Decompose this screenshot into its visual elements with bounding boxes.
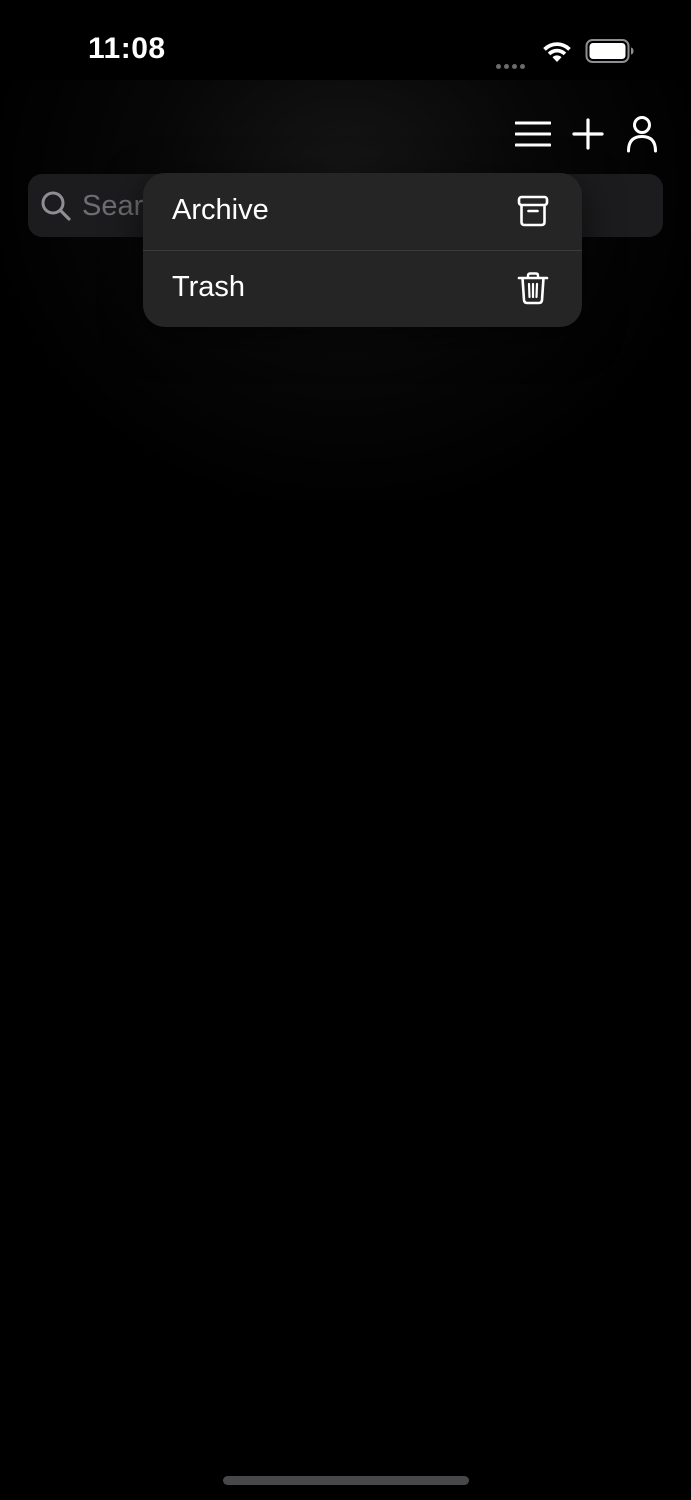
home-indicator[interactable] (223, 1476, 469, 1485)
battery-icon (585, 39, 634, 63)
menu-item-label: Archive (172, 194, 269, 226)
status-time: 11:08 (88, 32, 166, 65)
archive-box-icon (517, 195, 549, 227)
trash-icon (517, 272, 549, 305)
app-screen: 11:08 Search Archive Trash (0, 0, 691, 1500)
wifi-icon (543, 42, 571, 62)
signal-dots-icon (496, 56, 530, 69)
profile-button[interactable] (620, 112, 664, 156)
search-icon (41, 191, 71, 221)
add-button[interactable] (566, 112, 610, 156)
context-menu: Archive Trash (143, 173, 582, 327)
plus-icon (572, 118, 604, 150)
menu-item-label: Trash (172, 271, 246, 303)
menu-lines-icon (515, 121, 551, 147)
person-icon (627, 116, 657, 153)
menu-item-trash[interactable]: Trash (143, 250, 582, 327)
menu-button[interactable] (511, 112, 555, 156)
menu-item-archive[interactable]: Archive (143, 173, 582, 250)
